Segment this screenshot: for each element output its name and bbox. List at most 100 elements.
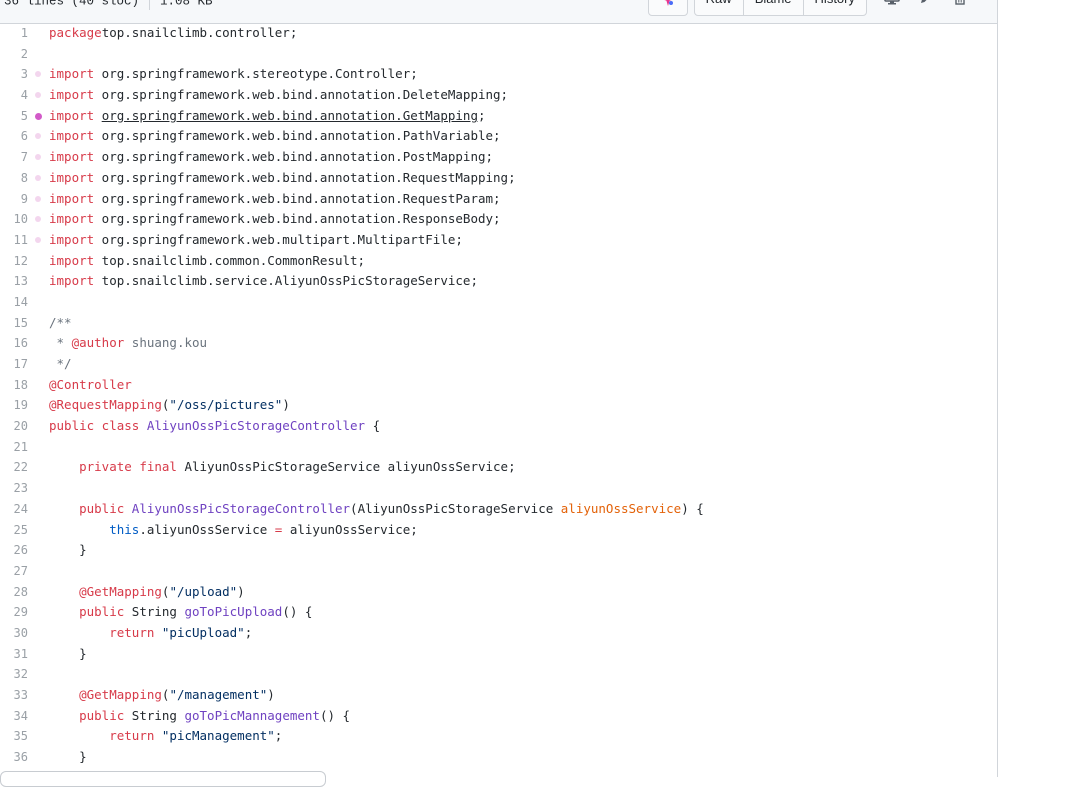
- code-token: private final: [79, 459, 177, 475]
- code-token: "picUpload": [161, 624, 245, 640]
- code-line: 31 }: [0, 644, 997, 665]
- code-token: ;: [274, 728, 283, 744]
- line-number[interactable]: 9: [0, 189, 28, 210]
- line-number[interactable]: 25: [0, 520, 28, 541]
- line-number[interactable]: 12: [0, 251, 28, 272]
- code-token: public: [79, 707, 125, 723]
- code-line: 28 @GetMapping("/upload"): [0, 582, 997, 603]
- line-number[interactable]: 3: [0, 64, 28, 85]
- unused-import-marker: [35, 216, 41, 223]
- line-number[interactable]: 8: [0, 168, 28, 189]
- code-text: this.aliyunOssService = aliyunOssService…: [49, 520, 418, 541]
- code-token: import: [49, 107, 95, 123]
- trash-icon[interactable]: [943, 0, 977, 10]
- code-token: @author: [71, 335, 125, 351]
- code-text: return "picUpload";: [49, 623, 252, 644]
- raw-button[interactable]: Raw: [695, 0, 743, 15]
- code-text: import org.springframework.web.bind.anno…: [49, 189, 501, 210]
- line-number[interactable]: 21: [0, 437, 28, 458]
- code-token: import: [49, 87, 95, 103]
- line-number[interactable]: 34: [0, 706, 28, 727]
- code-text: import org.springframework.web.bind.anno…: [49, 106, 486, 127]
- line-number[interactable]: 15: [0, 313, 28, 334]
- line-number[interactable]: 18: [0, 375, 28, 396]
- code-line: 2: [0, 44, 997, 65]
- line-number[interactable]: 32: [0, 664, 28, 685]
- code-text: public class AliyunOssPicStorageControll…: [49, 416, 380, 437]
- code-token: AliyunOssPicStorageController: [131, 500, 351, 516]
- pencil-icon[interactable]: [909, 0, 943, 10]
- line-number[interactable]: 33: [0, 685, 28, 706]
- line-number[interactable]: 13: [0, 271, 28, 292]
- code-token: import: [49, 231, 95, 247]
- line-number[interactable]: 10: [0, 209, 28, 230]
- line-number[interactable]: 7: [0, 147, 28, 168]
- code-line: 36 }: [0, 747, 997, 768]
- code-token: import: [49, 211, 95, 227]
- line-number[interactable]: 1: [0, 23, 28, 44]
- line-number[interactable]: 35: [0, 726, 28, 747]
- code-text: }: [49, 540, 87, 561]
- line-number[interactable]: 20: [0, 416, 28, 437]
- code-token: shuang.kou: [124, 335, 208, 351]
- code-line: 9 import org.springframework.web.bind.ann…: [0, 189, 997, 210]
- line-number[interactable]: 17: [0, 354, 28, 375]
- code-line: 10 import org.springframework.web.bind.an…: [0, 209, 997, 230]
- code-line: 35 return "picManagement";: [0, 726, 997, 747]
- code-text: @GetMapping("/upload"): [49, 582, 245, 603]
- file-view-panel: 36 lines (40 sloc) 1.08 KB Raw Blame Hist…: [0, 0, 998, 777]
- line-number[interactable]: 29: [0, 602, 28, 623]
- line-number[interactable]: 26: [0, 540, 28, 561]
- code-text: import org.springframework.web.bind.anno…: [49, 126, 501, 147]
- code-line: 6 import org.springframework.web.bind.ann…: [0, 126, 997, 147]
- code-line: 18 @Controller: [0, 375, 997, 396]
- line-number[interactable]: 31: [0, 644, 28, 665]
- line-number[interactable]: 6: [0, 126, 28, 147]
- code-line: 34 public String goToPicMannagement() {: [0, 706, 997, 727]
- line-number[interactable]: 24: [0, 499, 28, 520]
- line-number[interactable]: 11: [0, 230, 28, 251]
- code-token: public: [79, 604, 125, 620]
- file-button-group: Raw Blame History: [693, 0, 867, 16]
- code-token: return: [109, 728, 155, 744]
- line-number[interactable]: 22: [0, 457, 28, 478]
- desktop-icon[interactable]: [875, 0, 909, 10]
- code-text: @Controller: [49, 375, 132, 396]
- code-token: "/management": [169, 687, 268, 702]
- code-line: 5 import org.springframework.web.bind.ann…: [0, 106, 997, 127]
- code-line: 27: [0, 561, 997, 582]
- line-number[interactable]: 5: [0, 106, 28, 127]
- code-token: String: [124, 604, 185, 620]
- code-token: import: [49, 190, 95, 206]
- code-token: import: [49, 128, 95, 144]
- code-token: AliyunOssPicStorageController: [146, 418, 366, 434]
- line-number[interactable]: 30: [0, 623, 28, 644]
- history-button[interactable]: History: [802, 0, 866, 15]
- code-text: packagetop.snailclimb.controller;: [49, 23, 297, 44]
- line-number[interactable]: 36: [0, 747, 28, 768]
- line-number[interactable]: 23: [0, 478, 28, 499]
- sparkle-button[interactable]: [647, 0, 688, 16]
- code-text: @GetMapping("/management"): [49, 685, 275, 706]
- code-token: aliyunOssService;: [282, 521, 418, 537]
- line-number[interactable]: 2: [0, 44, 28, 65]
- code-line: 26 }: [0, 540, 997, 561]
- file-header: 36 lines (40 sloc) 1.08 KB Raw Blame Hist…: [0, 0, 997, 24]
- line-number[interactable]: 28: [0, 582, 28, 603]
- line-number[interactable]: 14: [0, 292, 28, 313]
- code-text: private final AliyunOssPicStorageService…: [49, 457, 516, 478]
- code-text: }: [49, 644, 87, 665]
- code-text: import org.springframework.web.bind.anno…: [49, 209, 501, 230]
- line-number[interactable]: 27: [0, 561, 28, 582]
- line-number[interactable]: 16: [0, 333, 28, 354]
- line-number[interactable]: 4: [0, 85, 28, 106]
- code-token: goToPicUpload: [184, 604, 283, 620]
- blame-button[interactable]: Blame: [742, 0, 803, 15]
- line-number[interactable]: 19: [0, 395, 28, 416]
